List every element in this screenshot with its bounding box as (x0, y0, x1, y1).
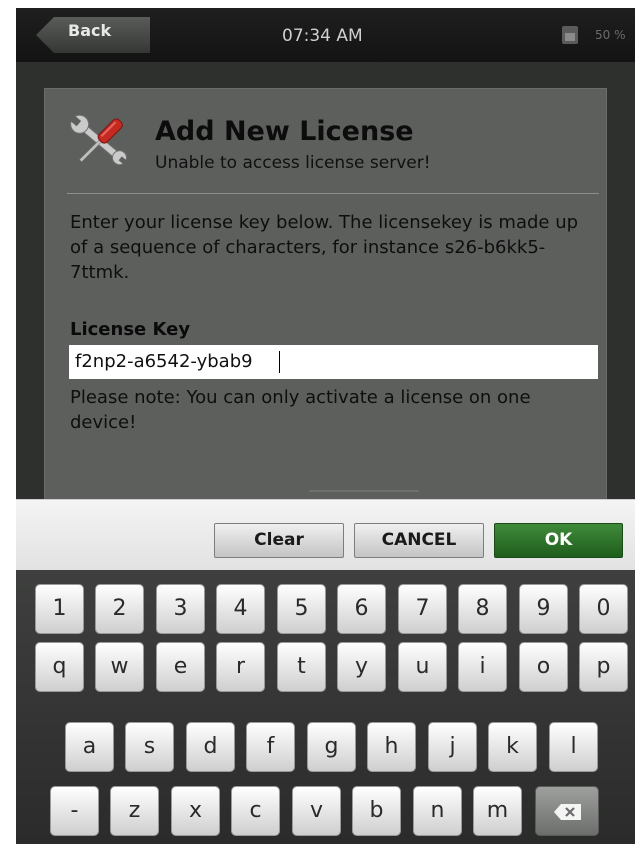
on-screen-keyboard: 1 2 3 4 5 6 7 8 9 0 q w e r t y u i o p … (16, 570, 635, 844)
device-screen: Back 07:34 AM 50 % Add New License Unabl… (16, 8, 635, 844)
key-r[interactable]: r (216, 642, 265, 692)
key-1[interactable]: 1 (35, 584, 84, 634)
key-3[interactable]: 3 (156, 584, 205, 634)
keyboard-row-numbers: 1 2 3 4 5 6 7 8 9 0 (16, 584, 635, 640)
text-caret (279, 351, 280, 373)
keyboard-row-qwerty: q w e r t y u i o p (16, 642, 635, 698)
key-9[interactable]: 9 (519, 584, 568, 634)
key-x[interactable]: x (171, 786, 220, 836)
key-4[interactable]: 4 (216, 584, 265, 634)
keyboard-row-bottom: - z x c v b n m (16, 786, 635, 842)
back-button[interactable]: Back (36, 17, 150, 53)
key-w[interactable]: w (95, 642, 144, 692)
key-p[interactable]: p (579, 642, 628, 692)
key-t[interactable]: t (277, 642, 326, 692)
key-k[interactable]: k (488, 722, 537, 772)
status-bar: Back 07:34 AM 50 % (16, 8, 635, 62)
key-o[interactable]: o (519, 642, 568, 692)
license-key-label: License Key (70, 319, 191, 340)
activation-note: Please note: You can only activate a lic… (70, 387, 531, 433)
key-y[interactable]: y (337, 642, 386, 692)
battery-icon (562, 26, 578, 44)
add-license-dialog: Add New License Unable to access license… (44, 88, 607, 520)
key-hyphen[interactable]: - (50, 786, 99, 836)
key-2[interactable]: 2 (95, 584, 144, 634)
dialog-divider (67, 193, 599, 194)
dialog-subtitle: Unable to access license server! (155, 153, 431, 173)
key-a[interactable]: a (65, 722, 114, 772)
key-m[interactable]: m (473, 786, 522, 836)
key-0[interactable]: 0 (579, 584, 628, 634)
backspace-key[interactable] (535, 786, 599, 836)
key-6[interactable]: 6 (337, 584, 386, 634)
ok-button[interactable]: OK (494, 523, 623, 558)
key-z[interactable]: z (110, 786, 159, 836)
keyboard-row-home: a s d f g h j k l (16, 722, 635, 778)
key-v[interactable]: v (292, 786, 341, 836)
key-n[interactable]: n (413, 786, 462, 836)
license-key-input[interactable] (69, 345, 598, 379)
key-b[interactable]: b (352, 786, 401, 836)
key-e[interactable]: e (156, 642, 205, 692)
key-d[interactable]: d (186, 722, 235, 772)
key-q[interactable]: q (35, 642, 84, 692)
dialog-action-bar: Clear CANCEL OK (16, 499, 635, 570)
key-5[interactable]: 5 (277, 584, 326, 634)
key-i[interactable]: i (458, 642, 507, 692)
key-7[interactable]: 7 (398, 584, 447, 634)
key-l[interactable]: l (549, 722, 598, 772)
cancel-button[interactable]: CANCEL (354, 523, 484, 558)
dialog-scroll-indicator (309, 490, 419, 492)
key-s[interactable]: s (125, 722, 174, 772)
license-instructions: Enter your license key below. The licens… (70, 212, 579, 283)
clear-button[interactable]: Clear (214, 523, 344, 558)
wrench-screwdriver-icon (69, 114, 128, 166)
key-g[interactable]: g (307, 722, 356, 772)
backspace-icon (554, 804, 581, 820)
key-h[interactable]: h (367, 722, 416, 772)
battery-percentage: 50 % (595, 28, 626, 42)
dialog-title: Add New License (155, 116, 414, 147)
key-f[interactable]: f (246, 722, 295, 772)
status-clock: 07:34 AM (282, 26, 363, 46)
key-u[interactable]: u (398, 642, 447, 692)
key-c[interactable]: c (231, 786, 280, 836)
key-8[interactable]: 8 (458, 584, 507, 634)
key-j[interactable]: j (428, 722, 477, 772)
